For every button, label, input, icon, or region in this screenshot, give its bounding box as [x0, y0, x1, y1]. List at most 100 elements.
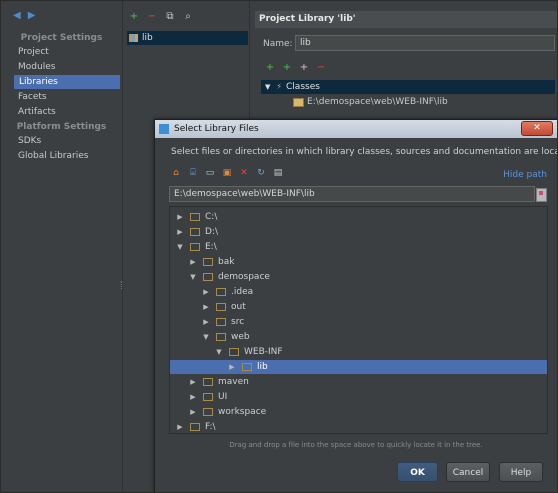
tree-node[interactable]: ▶ F:\: [170, 420, 547, 433]
tree-node-label: bak: [218, 257, 235, 267]
classes-icon: ⚡: [276, 82, 283, 91]
classes-root-item[interactable]: E:\demospace\web\WEB-INF\lib: [293, 97, 448, 107]
tree-node-label: src: [231, 317, 245, 327]
tree-node[interactable]: ▶ out: [170, 300, 547, 314]
copy-icon[interactable]: ⧉: [165, 12, 175, 22]
add-root-icon[interactable]: +: [265, 63, 275, 73]
expand-arrow-icon[interactable]: ▶: [202, 315, 210, 329]
path-history-icon[interactable]: [536, 188, 547, 202]
collapse-arrow-icon[interactable]: ▼: [176, 240, 184, 254]
expand-arrow-icon[interactable]: ▶: [189, 375, 197, 389]
tree-node-label: .idea: [231, 287, 254, 297]
tree-node[interactable]: ▶ UI: [170, 390, 547, 404]
project-icon[interactable]: ⌸: [188, 168, 198, 178]
collapse-arrow-icon[interactable]: ▼: [215, 345, 223, 359]
hide-path-link[interactable]: Hide path: [503, 170, 547, 180]
tree-node[interactable]: ▶ lib: [170, 360, 547, 374]
tree-node-label: D:\: [205, 227, 218, 237]
library-icon: [129, 34, 138, 42]
expand-arrow-icon[interactable]: ▶: [189, 255, 197, 269]
path-input[interactable]: [169, 186, 535, 202]
collapse-arrow-icon[interactable]: ▼: [202, 330, 210, 344]
tree-node-label: workspace: [218, 407, 267, 417]
remove-root-icon[interactable]: −: [316, 63, 326, 73]
folder-up-icon[interactable]: ▭: [205, 168, 215, 178]
collapse-arrow-icon[interactable]: ▼: [189, 270, 197, 284]
delete-icon[interactable]: ✕: [239, 168, 249, 178]
tree-node[interactable]: ▶ D:\: [170, 225, 547, 239]
add-jar-icon[interactable]: +: [282, 63, 292, 73]
new-folder-icon[interactable]: ▣: [222, 168, 232, 178]
tree-node-label: demospace: [218, 272, 270, 282]
tree-node[interactable]: ▶ C:\: [170, 210, 547, 224]
tree-node[interactable]: ▼ demospace: [170, 270, 547, 284]
tree-node[interactable]: ▶ bak: [170, 255, 547, 269]
dialog-titlebar[interactable]: Select Library Files ✕: [155, 120, 557, 138]
folder-icon: [216, 318, 226, 326]
tree-node-label: maven: [218, 377, 249, 387]
expand-arrow-icon[interactable]: ▶: [189, 405, 197, 419]
close-icon[interactable]: ✕: [521, 121, 553, 136]
dialog-title: Select Library Files: [174, 124, 259, 134]
back-arrow-icon[interactable]: ◀: [13, 11, 21, 21]
sidebar-item-modules[interactable]: Modules: [13, 60, 118, 74]
library-name-input[interactable]: [295, 35, 555, 51]
folder-icon: [203, 408, 213, 416]
folder-icon: [203, 258, 213, 266]
sidebar-item-artifacts[interactable]: Artifacts: [13, 105, 118, 119]
project-library-title: Project Library 'lib': [255, 11, 557, 28]
tree-node-label: lib: [257, 362, 268, 372]
expand-arrow-icon[interactable]: ▶: [176, 420, 184, 433]
name-label: Name:: [263, 39, 293, 49]
tree-node[interactable]: ▼ web: [170, 330, 547, 344]
folder-icon: [293, 97, 304, 107]
refresh-icon[interactable]: ↻: [256, 168, 266, 178]
tree-node-label: UI: [218, 392, 228, 402]
folder-icon: [216, 303, 226, 311]
sidebar-item-facets[interactable]: Facets: [13, 90, 118, 104]
tree-node-label: F:\: [205, 422, 216, 432]
library-item-lib[interactable]: lib: [127, 31, 248, 45]
classes-node[interactable]: ▼ ⚡ Classes: [261, 80, 555, 94]
expand-arrow-icon[interactable]: ▶: [202, 300, 210, 314]
home-icon[interactable]: ⌂: [171, 168, 181, 178]
sidebar-item-global-libraries[interactable]: Global Libraries: [13, 149, 118, 163]
sidebar-item-project[interactable]: Project: [13, 45, 118, 59]
forward-arrow-icon[interactable]: ▶: [28, 11, 36, 21]
tree-node[interactable]: ▶ workspace: [170, 405, 547, 419]
classes-label: Classes: [286, 82, 320, 92]
tree-node[interactable]: ▼ E:\: [170, 240, 547, 254]
folder-icon: [216, 288, 226, 296]
dialog-description: Select files or directories in which lib…: [171, 147, 558, 157]
folder-icon: [229, 348, 239, 356]
show-hidden-icon[interactable]: ▤: [273, 168, 283, 178]
tree-node[interactable]: ▼ WEB-INF: [170, 345, 547, 359]
nav-arrows: ◀ ▶: [13, 11, 35, 21]
tree-node[interactable]: ▶ .idea: [170, 285, 547, 299]
expand-arrow-icon[interactable]: ▶: [228, 360, 236, 374]
folder-icon: [203, 393, 213, 401]
folder-icon: [203, 378, 213, 386]
expand-arrow-icon[interactable]: ▶: [202, 285, 210, 299]
folder-icon: [190, 243, 200, 251]
cancel-button[interactable]: Cancel: [446, 462, 490, 482]
ok-button[interactable]: OK: [397, 462, 438, 482]
folder-icon: [203, 273, 213, 281]
file-tree: ▶ C:\ ▶ D:\ ▼ E:\ ▶ bak ▼ demospace ▶ .idea ▶ out ▶ src…: [169, 206, 548, 434]
sidebar-item-sdks[interactable]: SDKs: [13, 134, 118, 148]
folder-icon: [216, 333, 226, 341]
folder-icon: [190, 423, 200, 431]
tree-node[interactable]: ▶ maven: [170, 375, 547, 389]
expand-arrow-icon[interactable]: ▶: [176, 225, 184, 239]
tree-node[interactable]: ▶ src: [170, 315, 547, 329]
search-icon[interactable]: ⌕: [183, 12, 193, 22]
add-folder-icon[interactable]: +: [299, 63, 309, 73]
sidebar-item-libraries[interactable]: Libraries: [14, 75, 120, 89]
expand-arrow-icon[interactable]: ▶: [189, 390, 197, 404]
expand-arrow-icon[interactable]: ▼: [265, 80, 270, 94]
expand-arrow-icon[interactable]: ▶: [176, 210, 184, 224]
help-button[interactable]: Help: [499, 462, 543, 482]
remove-icon[interactable]: −: [147, 12, 157, 22]
select-library-files-dialog: Select Library Files ✕ Select files or d…: [154, 119, 558, 492]
add-icon[interactable]: +: [129, 12, 139, 22]
